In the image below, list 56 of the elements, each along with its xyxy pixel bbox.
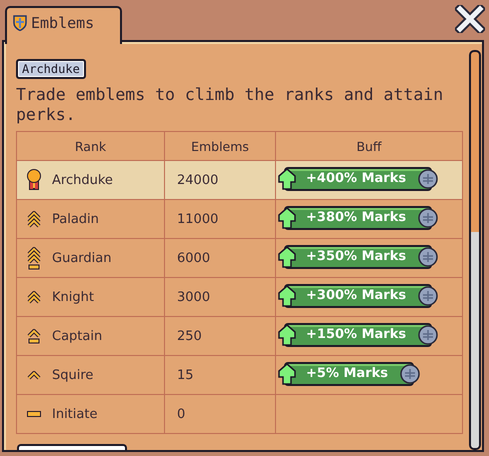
- rank-row[interactable]: Knight 3000 +300% Marks: [16, 278, 462, 316]
- button-top-edge[interactable]: [17, 444, 127, 450]
- emblem-count: 15: [177, 368, 194, 382]
- chevron-insignia-icon: [25, 328, 43, 344]
- rank-name: Archduke: [52, 172, 113, 188]
- column-header: Buff: [276, 132, 462, 160]
- description-text: Trade emblems to climb the ranks and attain perks.: [16, 85, 444, 125]
- rank-name: Captain: [52, 328, 102, 344]
- up-arrow-icon: [278, 284, 296, 306]
- chevron-insignia-icon: [25, 246, 43, 270]
- chevron-insignia-icon: [25, 290, 43, 304]
- rank-row[interactable]: Paladin 11000 +380% Marks: [16, 200, 462, 238]
- rank-name: Initiate: [52, 406, 98, 422]
- up-arrow-icon: [278, 168, 296, 190]
- rank-row[interactable]: Archduke 24000 +400% Marks: [16, 160, 462, 200]
- medal-icon: [25, 169, 43, 191]
- emblem-count: 0: [177, 406, 186, 422]
- buff-label: +300% Marks: [278, 284, 438, 308]
- buff-label: +150% Marks: [278, 322, 438, 346]
- emblem-count: 250: [177, 328, 202, 344]
- rank-name: Paladin: [52, 212, 99, 226]
- buff-label: +400% Marks: [278, 166, 438, 190]
- close-icon[interactable]: [455, 5, 485, 33]
- buff-label: +350% Marks: [278, 244, 438, 268]
- up-arrow-icon: [278, 362, 296, 384]
- shield-icon: [13, 15, 27, 31]
- emblem-count: 24000: [177, 172, 218, 188]
- emblems-tab[interactable]: Emblems: [5, 6, 122, 44]
- coin-icon: [418, 168, 438, 188]
- coin-icon: [418, 208, 438, 228]
- rank-badge: Archduke: [16, 59, 86, 79]
- rank-row[interactable]: Squire 15 +5% Marks: [16, 356, 462, 394]
- bar-insignia-icon: [25, 411, 43, 417]
- chevron-insignia-icon: [25, 210, 43, 228]
- rank-name: Guardian: [52, 250, 112, 266]
- scroll-thumb[interactable]: [471, 232, 479, 448]
- emblem-count: 3000: [177, 290, 210, 304]
- rank-row[interactable]: Guardian 6000 +350% Marks: [16, 238, 462, 278]
- rank-row[interactable]: Initiate 0: [16, 394, 462, 434]
- coin-icon: [400, 364, 420, 384]
- coin-icon: [418, 246, 438, 266]
- rank-row[interactable]: Captain 250 +150% Marks: [16, 316, 462, 356]
- up-arrow-icon: [278, 206, 296, 228]
- chevron-insignia-icon: [25, 370, 43, 380]
- buff-label: +5% Marks: [278, 362, 420, 386]
- buff-label: +380% Marks: [278, 206, 438, 230]
- emblem-count: 11000: [177, 212, 218, 226]
- rank-name: Knight: [52, 290, 94, 304]
- rank-name: Squire: [52, 368, 94, 382]
- scrollbar[interactable]: [469, 50, 481, 450]
- emblem-count: 6000: [177, 250, 210, 266]
- up-arrow-icon: [278, 324, 296, 346]
- coin-icon: [418, 324, 438, 344]
- coin-icon: [418, 286, 438, 306]
- up-arrow-icon: [278, 246, 296, 268]
- column-header: Rank: [16, 132, 164, 160]
